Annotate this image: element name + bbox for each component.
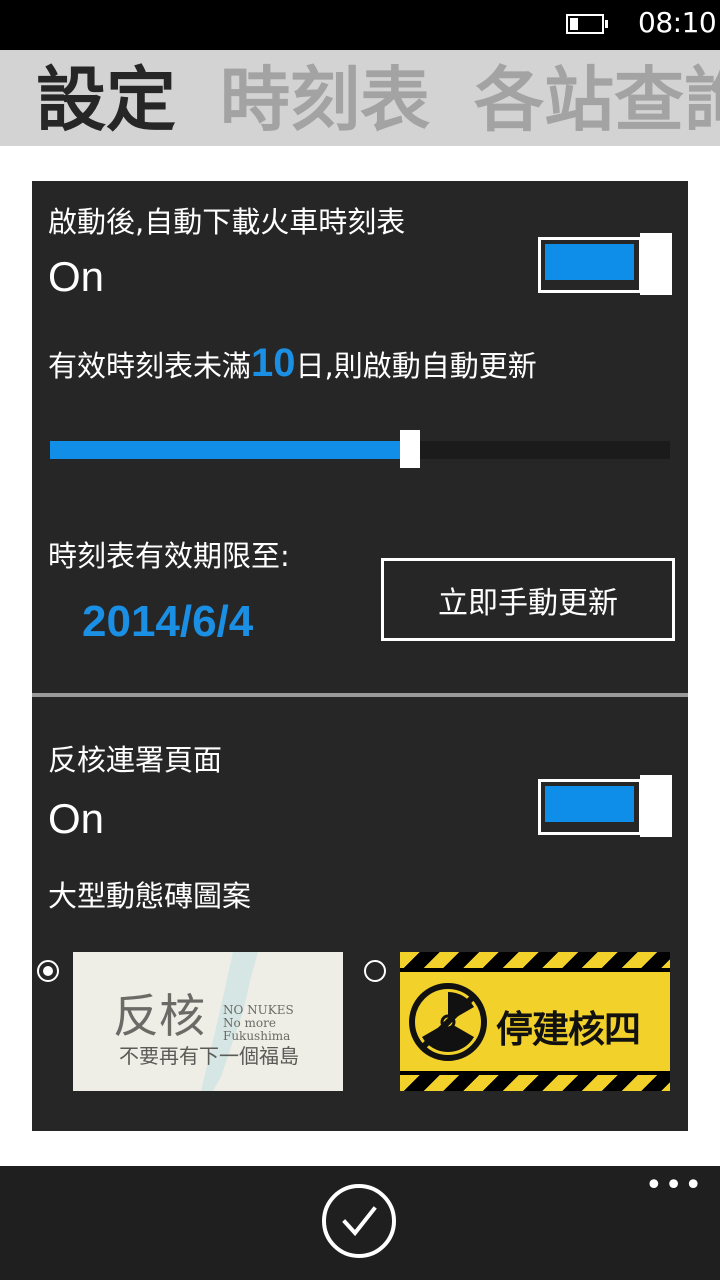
status-bar: 08:10 <box>0 0 720 50</box>
auto-update-label: 有效時刻表未滿10日,則啟動自動更新 <box>48 341 537 386</box>
battery-icon <box>566 14 608 36</box>
manual-update-button[interactable]: 立即手動更新 <box>381 558 675 641</box>
tab-station-query[interactable]: 各站查詢 <box>474 60 720 140</box>
auto-update-prefix: 有效時刻表未滿 <box>48 349 252 383</box>
auto-update-days: 10 <box>251 341 296 385</box>
validity-date: 2014/6/4 <box>82 597 254 646</box>
tab-settings[interactable]: 設定 <box>36 60 176 140</box>
section-divider <box>32 693 688 697</box>
radio-selected-dot <box>43 966 53 976</box>
tile-option-1-caption: 不要再有下一個福島 <box>119 1044 299 1068</box>
slider-thumb[interactable] <box>400 430 420 468</box>
auto-download-state: On <box>48 253 105 300</box>
tile-pattern-label: 大型動態磚圖案 <box>48 879 252 913</box>
anti-nuclear-label: 反核連署頁面 <box>48 743 223 777</box>
auto-update-slider[interactable] <box>50 441 670 459</box>
tile-option-1-radio[interactable] <box>37 960 59 982</box>
tile-option-1-title: 反核 <box>113 989 205 1043</box>
tab-timetable[interactable]: 時刻表 <box>220 60 430 140</box>
auto-download-label: 啟動後,自動下載火車時刻表 <box>48 205 406 239</box>
tile-option-2-image[interactable]: 停建核四 <box>400 952 670 1091</box>
tile-option-2-caption: 停建核四 <box>496 1008 641 1051</box>
radiation-symbol-icon <box>409 983 487 1061</box>
tile-option-1-image[interactable]: 反核 NO NUKES No more Fukushima 不要再有下一個福島 <box>73 952 343 1091</box>
anti-nuclear-state: On <box>48 795 105 842</box>
confirm-button[interactable] <box>322 1184 396 1258</box>
auto-update-suffix: 日,則啟動自動更新 <box>295 349 537 383</box>
validity-label: 時刻表有效期限至: <box>48 539 290 573</box>
auto-download-toggle[interactable] <box>538 233 672 295</box>
slider-fill <box>50 441 410 459</box>
anti-nuclear-toggle[interactable] <box>538 775 672 837</box>
app-bar: ••• <box>0 1166 720 1280</box>
settings-panel: 啟動後,自動下載火車時刻表 On 有效時刻表未滿10日,則啟動自動更新 時刻表有… <box>32 181 688 1131</box>
tile-option-2-radio[interactable] <box>364 960 386 982</box>
check-icon <box>342 1206 377 1237</box>
pivot-header: 設定 時刻表 各站查詢 <box>0 50 720 146</box>
status-clock: 08:10 <box>638 6 717 39</box>
more-menu-button[interactable]: ••• <box>645 1171 704 1201</box>
